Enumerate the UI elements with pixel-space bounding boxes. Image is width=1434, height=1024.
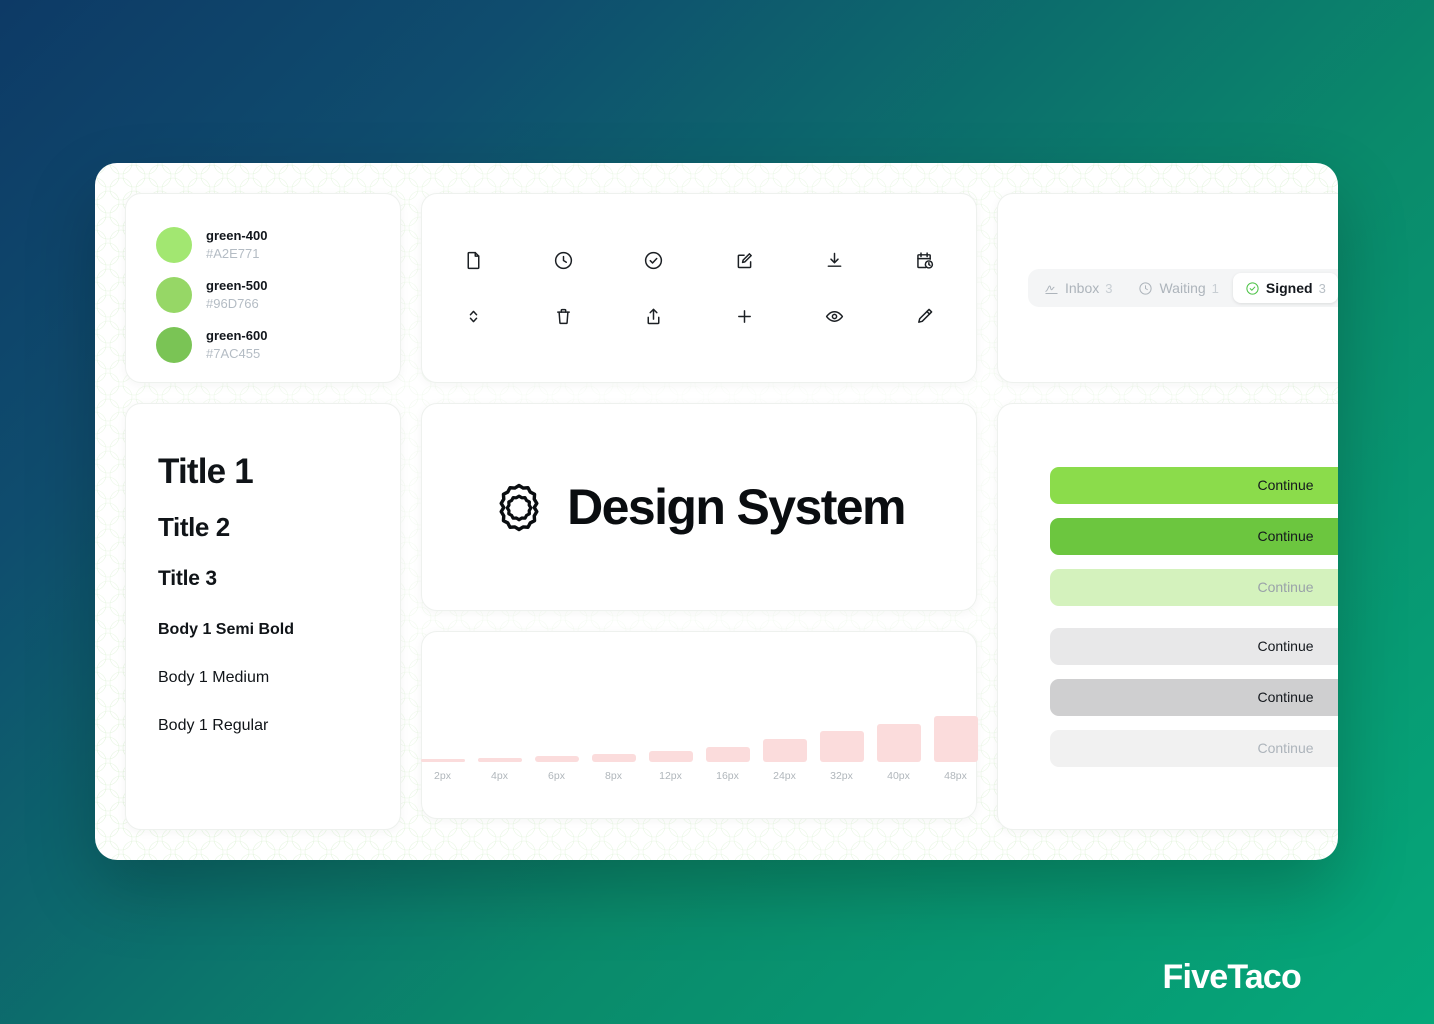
spacing-label: 40px: [887, 770, 910, 782]
spacing-scale-item: 32px: [819, 731, 864, 782]
spacing-scale-item: 24px: [762, 739, 807, 782]
tab-label: Waiting: [1159, 280, 1206, 296]
list-item: green-600 #7AC455: [156, 320, 400, 370]
signature-icon: [1045, 285, 1058, 294]
spacing-bar: [420, 759, 465, 762]
page-title: Design System: [567, 479, 906, 535]
calendar-clock-icon[interactable]: [910, 245, 940, 275]
tab-count: 3: [1318, 280, 1326, 296]
sort-chevrons-icon[interactable]: [458, 301, 488, 331]
download-icon[interactable]: [820, 245, 850, 275]
tab-waiting[interactable]: Waiting 1: [1126, 273, 1230, 303]
file-icon[interactable]: [458, 245, 488, 275]
color-hex: #96D766: [206, 296, 259, 311]
spacing-scale-item: 48px: [933, 716, 978, 782]
tab-signed[interactable]: Signed 3: [1232, 273, 1338, 303]
list-item: green-400 #A2E771: [156, 220, 400, 270]
spacing-label: 12px: [659, 770, 682, 782]
spacing-bar: [933, 716, 978, 762]
type-sample-body-medium: Body 1 Medium: [158, 669, 270, 686]
spacing-scale-item: 4px: [477, 758, 522, 782]
color-swatch: [156, 277, 192, 313]
icon-row-2: [458, 301, 940, 331]
continue-button-primary-default[interactable]: Continue: [1050, 466, 1338, 504]
spacing-bar: [591, 754, 636, 762]
check-circle-icon: [1246, 281, 1259, 295]
continue-button-primary-hover[interactable]: Continue: [1050, 517, 1338, 555]
spacing-bar: [762, 739, 807, 762]
spacing-label: 24px: [773, 770, 796, 782]
tab-count: 3: [1105, 280, 1113, 296]
clock-icon[interactable]: [548, 245, 578, 275]
color-name: green-500: [206, 278, 268, 294]
color-palette-card: green-400 #A2E771 green-500 #96D766 gree…: [125, 193, 401, 383]
tab-count: 1: [1211, 280, 1219, 296]
color-name: green-600: [206, 328, 268, 344]
type-sample-title-2: Title 2: [158, 512, 230, 542]
trash-icon[interactable]: [548, 301, 578, 331]
color-swatch: [156, 227, 192, 263]
eye-icon[interactable]: [820, 301, 850, 331]
spacing-label: 6px: [548, 770, 565, 782]
spacing-label: 32px: [830, 770, 853, 782]
spacing-bar: [819, 731, 864, 762]
spacing-label: 4px: [491, 770, 508, 782]
spacing-scale-item: 40px: [876, 723, 921, 782]
continue-button-secondary-hover[interactable]: Continue: [1050, 678, 1338, 716]
spacing-scale-chart: 2px 4px 6px 8px 12px 16px 24px 32px 40px 48px: [420, 716, 978, 782]
check-circle-icon[interactable]: [639, 245, 669, 275]
spacing-scale-card: 2px 4px 6px 8px 12px 16px 24px 32px 40px 48px: [420, 631, 978, 819]
color-hex: #A2E771: [206, 246, 260, 261]
logo-card: Design System: [421, 403, 977, 611]
spacing-label: 2px: [434, 770, 451, 782]
spacing-bar: [648, 750, 693, 762]
tab-inbox[interactable]: Inbox 3: [1032, 273, 1124, 303]
tab-label: Signed: [1265, 280, 1313, 296]
type-sample-title-1: Title 1: [158, 452, 254, 491]
button-states-card: Continue Continue Continue Continue Cont…: [997, 403, 1338, 830]
spacing-scale-item: 6px: [534, 756, 579, 782]
spacing-bar: [876, 723, 921, 762]
spacing-bar: [705, 746, 750, 762]
type-sample-body-semibold: Body 1 Semi Bold: [158, 621, 295, 638]
plus-icon[interactable]: [729, 301, 759, 331]
edit-square-icon[interactable]: [729, 245, 759, 275]
list-item: green-500 #96D766: [156, 270, 400, 320]
color-name: green-400: [206, 228, 268, 244]
spacing-label: 8px: [605, 770, 622, 782]
clock-icon: [1139, 281, 1153, 295]
spacing-bar: [534, 756, 579, 762]
typography-card: Title 1 Title 2 Title 3 Body 1 Semi Bold…: [125, 403, 401, 830]
pencil-icon[interactable]: [910, 301, 940, 331]
color-hex: #7AC455: [206, 346, 261, 361]
type-sample-body-regular: Body 1 Regular: [158, 717, 269, 734]
spacing-label: 48px: [944, 770, 967, 782]
spacing-scale-item: 2px: [420, 759, 465, 782]
tab-label: Inbox: [1065, 280, 1100, 296]
rosette-badge-icon: [493, 481, 545, 533]
spacing-scale-item: 12px: [648, 750, 693, 782]
spacing-bar: [477, 758, 522, 762]
icon-library-card: [421, 193, 977, 383]
share-icon[interactable]: [639, 301, 669, 331]
tab-group: Inbox 3 Waiting 1 Signed 3: [1028, 269, 1338, 307]
color-swatch: [156, 327, 192, 363]
spacing-scale-item: 16px: [705, 746, 750, 782]
spacing-label: 16px: [716, 770, 739, 782]
spacing-scale-item: 8px: [591, 754, 636, 782]
continue-button-secondary-disabled: Continue: [1050, 729, 1338, 767]
design-system-panel: green-400 #A2E771 green-500 #96D766 gree…: [95, 163, 1338, 860]
continue-button-secondary-default[interactable]: Continue: [1050, 627, 1338, 665]
icon-row-1: [458, 245, 940, 275]
type-sample-title-3: Title 3: [158, 567, 217, 590]
continue-button-primary-disabled: Continue: [1050, 568, 1338, 606]
center-column: Design System 2px 4px 6px 8px 12px 16px 24px 32…: [420, 403, 978, 830]
filter-tabs-card: Inbox 3 Waiting 1 Signed 3: [997, 193, 1338, 383]
fivetaco-watermark: FiveTaco: [1162, 958, 1302, 996]
